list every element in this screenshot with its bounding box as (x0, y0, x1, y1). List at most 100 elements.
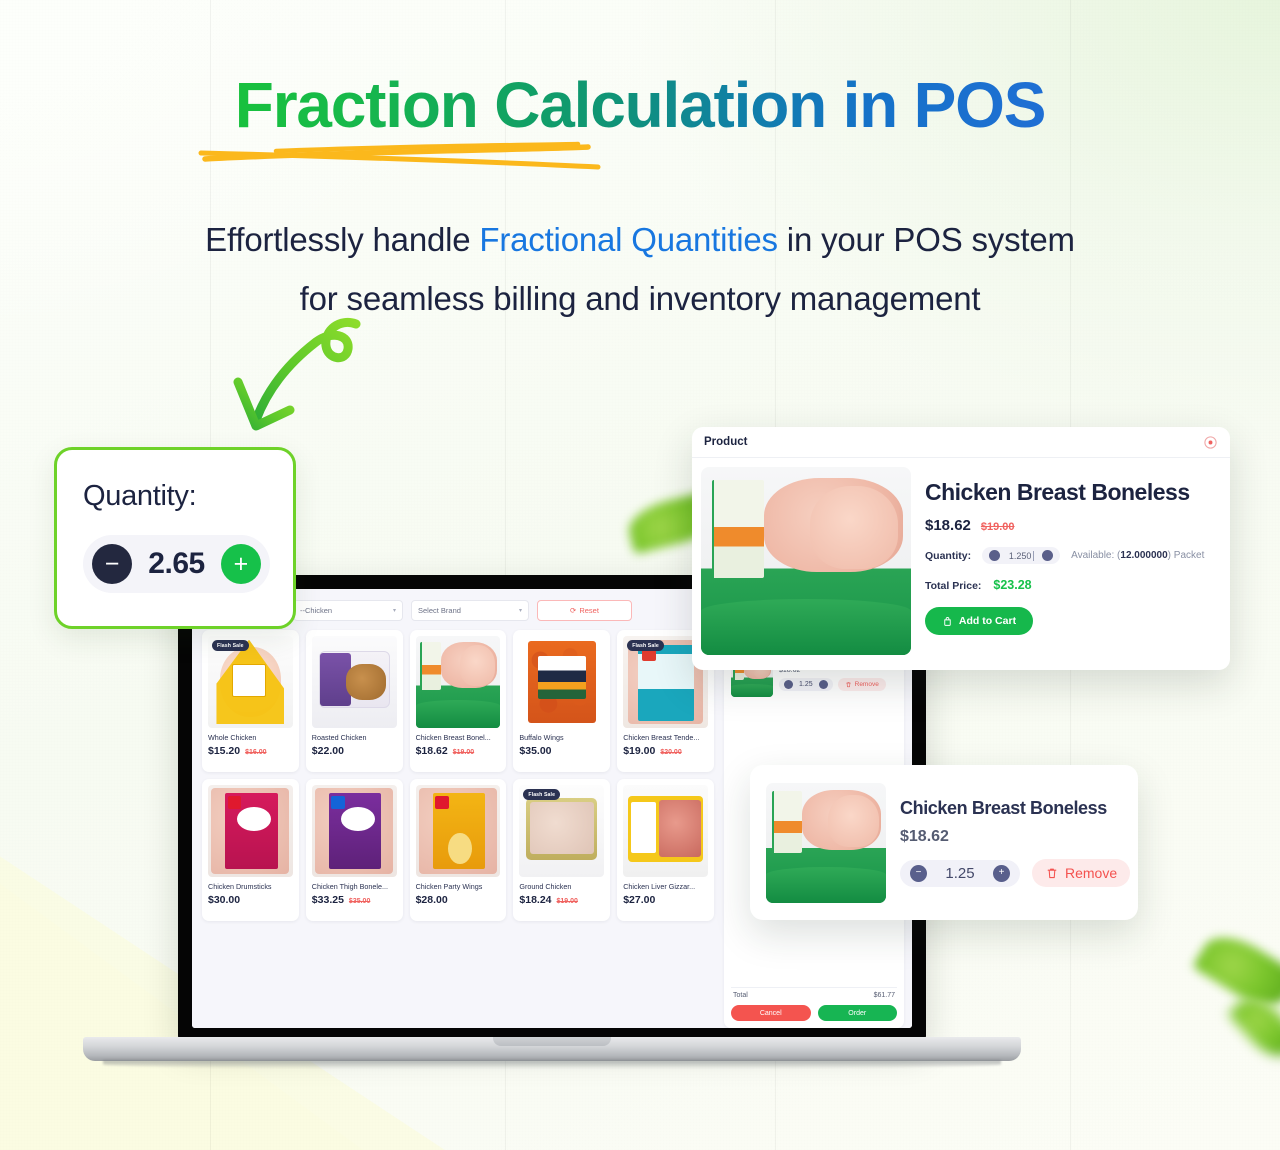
quantity-decrement-button[interactable]: − (92, 544, 132, 584)
availability-value: 12.000000 (1120, 550, 1168, 561)
subtitle-text-a: Effortlessly handle (205, 220, 480, 258)
cart-item-decrement-button[interactable]: − (910, 864, 927, 882)
availability-suffix: ) Packet (1167, 550, 1205, 561)
cart-actions: Cancel Order (731, 1005, 897, 1021)
product-card-image: Flash Sale (519, 785, 605, 877)
page-title: Fraction Calculation in POS (234, 69, 1047, 141)
quantity-value: 2.65 (148, 547, 205, 580)
product-card[interactable]: Flash Sale Ground Chicken $18.24 $19.00 (513, 779, 611, 921)
artwork-part (236, 807, 271, 831)
product-card-price: $33.25 (311, 894, 344, 906)
cart-icon (944, 616, 951, 626)
cart-item-remove-label: Remove (1065, 865, 1118, 881)
product-card-price: $27.00 (623, 894, 656, 906)
product-detail-modal: Product Chicken Breast Boneless $18.62 $… (692, 427, 1230, 670)
quantity-stepper[interactable]: − 2.65 + (83, 535, 270, 593)
cart-list-item-controls: 1.25 Remove (779, 678, 897, 691)
artwork-part (529, 802, 594, 854)
add-to-cart-label: Add to Cart (958, 615, 1017, 627)
product-grid: Flash Sale Whole Chicken $15.20 $16.00 Roast… (202, 630, 714, 921)
order-button[interactable]: Order (817, 1005, 897, 1021)
product-card-image (519, 636, 605, 728)
pos-product-pane: --Chicken ▾ Select Brand ▾ ⟳ Reset Flash… (192, 589, 722, 1028)
reset-button-label: Reset (579, 606, 599, 615)
product-quantity-row: Quantity: 1.250 Available: (12.000000) P… (925, 547, 1218, 564)
product-card-price-row: $18.24 $19.00 (519, 894, 604, 906)
product-card-old-price: $35.00 (348, 898, 371, 905)
product-quantity-increment-button[interactable] (1042, 550, 1054, 561)
product-card-price-row: $28.00 (416, 894, 501, 906)
cart-total-label: Total (733, 992, 748, 999)
page-subtitle: Effortlessly handle Fractional Quantitie… (0, 211, 1280, 328)
product-quantity-label: Quantity: (925, 549, 972, 562)
flash-sale-badge: Flash Sale (212, 640, 249, 651)
cancel-button[interactable]: Cancel (731, 1005, 811, 1021)
artwork-part (435, 796, 449, 809)
headline-block: Fraction Calculation in POS Effortlessly… (0, 69, 1280, 328)
product-card-image (311, 636, 397, 728)
subtitle-text-b: in your POS system (777, 220, 1075, 258)
product-card-price: $30.00 (208, 894, 241, 906)
cart-total-row: Total $61.77 (731, 987, 897, 1005)
cart-item-stepper[interactable]: − 1.25 + (900, 859, 1020, 887)
product-card-name: Whole Chicken (208, 733, 257, 742)
product-card-image (415, 785, 501, 877)
title-underline-icon (198, 141, 601, 170)
product-quantity-value[interactable]: 1.250 (1008, 550, 1035, 561)
product-card-price: $35.00 (519, 745, 552, 757)
quantity-increment-button[interactable]: + (220, 544, 261, 584)
product-card-price-row: $33.25 $35.00 (312, 894, 397, 906)
artwork-part (447, 832, 472, 865)
artwork-part (231, 663, 266, 697)
reset-button[interactable]: ⟳ Reset (537, 600, 632, 621)
product-name: Chicken Breast Boneless (925, 479, 1190, 505)
add-to-cart-button[interactable]: Add to Cart (925, 607, 1033, 635)
subtitle-accent: Fractional Quantities (479, 220, 778, 258)
product-card-old-price: $19.00 (556, 898, 578, 905)
product-artwork (311, 636, 397, 728)
artwork-part (415, 700, 501, 728)
artwork-part (459, 645, 496, 686)
cart-list-item-increment-button[interactable] (818, 680, 828, 689)
laptop-shadow (103, 1060, 1001, 1069)
product-card[interactable]: Chicken Breast Bonel... $18.62 $19.00 (409, 630, 507, 772)
category-select[interactable]: --Chicken ▾ (293, 600, 403, 621)
product-card[interactable]: Buffalo Wings $35.00 (513, 630, 611, 772)
product-card-name: Chicken Thigh Bonele... (311, 882, 388, 891)
artwork-part (340, 807, 375, 831)
product-quantity-stepper[interactable]: 1.250 (982, 547, 1061, 564)
close-circle-icon[interactable] (1203, 435, 1218, 450)
trash-icon (1047, 868, 1057, 879)
cart-list-item-remove-button[interactable]: Remove (837, 678, 886, 691)
cart-item-remove-button[interactable]: Remove (1032, 859, 1131, 887)
cart-item-increment-button[interactable]: + (993, 864, 1010, 882)
product-total-label: Total Price: (925, 580, 982, 592)
product-availability: Available: (12.000000) Packet (1071, 550, 1204, 561)
product-card-image: Flash Sale (208, 636, 293, 728)
product-card[interactable]: Chicken Party Wings $28.00 (409, 779, 507, 921)
product-card-price: $28.00 (415, 894, 448, 906)
product-card-image (311, 785, 397, 877)
subtitle-line-1: Effortlessly handle Fractional Quantitie… (0, 211, 1280, 270)
product-modal-header: Product (692, 427, 1230, 458)
brand-select[interactable]: Select Brand ▾ (411, 600, 529, 621)
product-card[interactable]: Chicken Drumsticks $30.00 (202, 779, 299, 921)
product-card[interactable]: Chicken Liver Gizzar... $27.00 (617, 779, 714, 921)
product-modal-title: Product (704, 436, 748, 448)
subtitle-line-2: for seamless billing and inventory manag… (299, 279, 981, 317)
artwork-part (538, 656, 586, 699)
cart-total-value: $61.77 (873, 992, 895, 999)
product-card[interactable]: Chicken Thigh Bonele... $33.25 $35.00 (305, 779, 403, 921)
trash-icon (845, 682, 851, 688)
product-card-price: $19.00 (623, 745, 656, 757)
product-quantity-decrement-button[interactable] (989, 550, 1001, 561)
product-card-price-row: $22.00 (312, 745, 397, 757)
cart-list-item-stepper[interactable]: 1.25 (779, 678, 833, 691)
product-card[interactable]: Flash Sale Whole Chicken $15.20 $16.00 (202, 630, 299, 772)
cart-item-image (766, 782, 886, 903)
product-total-value: $23.28 (993, 578, 1032, 592)
product-card[interactable]: Roasted Chicken $22.00 (305, 630, 403, 772)
chevron-down-icon: ▾ (392, 608, 396, 614)
cart-list-item-decrement-button[interactable] (784, 680, 793, 689)
quantity-callout-label: Quantity: (83, 480, 197, 512)
